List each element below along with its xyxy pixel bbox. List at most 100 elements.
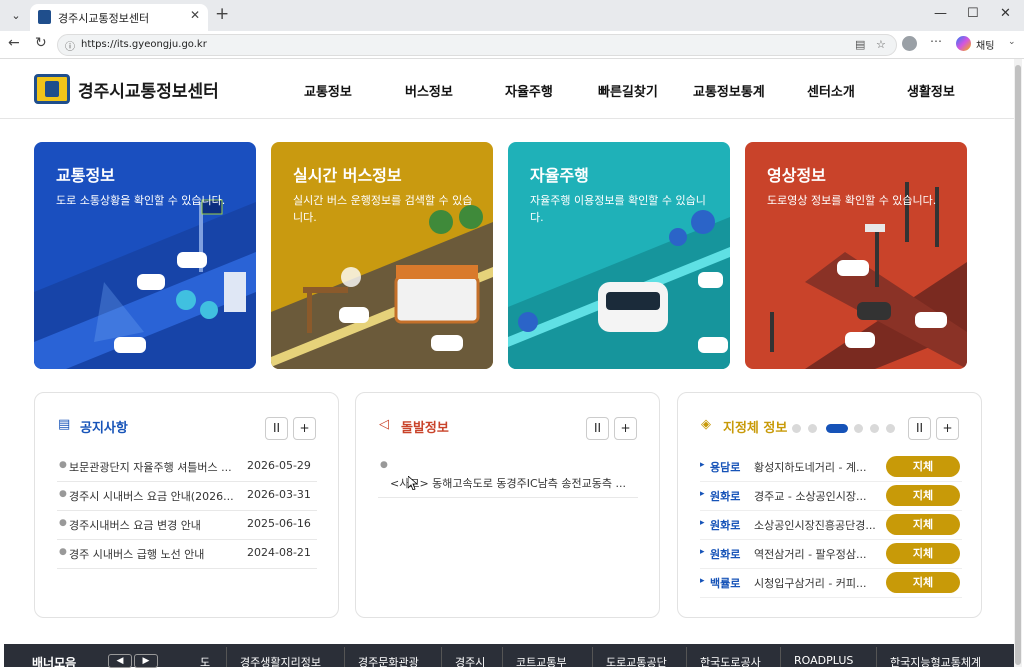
pause-button[interactable]: II [586,417,609,440]
nav-center-intro[interactable]: 센터소개 [807,81,855,100]
divider [592,647,593,667]
card-realtime-bus[interactable]: 실시간 버스정보 실시간 버스 운행정보를 검색할 수 있습니다. [271,142,493,369]
chat-chevron-icon[interactable]: ⌄ [1008,37,1016,47]
divider [686,647,687,667]
maximize-icon[interactable]: ☐ [967,6,979,21]
notice-title[interactable]: 경주 시내버스 급행 노선 안내 [69,546,239,562]
notice-date: 2026-03-31 [247,488,311,501]
notice-date: 2025-06-16 [247,517,311,530]
notice-title[interactable]: 보문관광단지 자율주행 셔틀버스 ... [69,459,239,475]
carousel-dot-active[interactable] [826,424,848,433]
pause-button[interactable]: II [908,417,931,440]
nav-life-info[interactable]: 생활정보 [907,81,955,100]
tab-close-icon[interactable]: ✕ [190,8,200,22]
nav-traffic-info[interactable]: 교통정보 [304,81,352,100]
banner-next-button[interactable]: ▶ [134,654,158,668]
site-favicon-icon [38,10,51,24]
list-item[interactable]: ● 경주 시내버스 급행 노선 안내 2024-08-21 [57,540,317,569]
reload-icon[interactable]: ↻ [35,35,47,51]
list-item[interactable]: ▸ 원화로 경주교 - 소상공인시장... 지체 [700,482,962,511]
notice-title[interactable]: 경주시내버스 요금 변경 안내 [69,517,239,533]
arrow-right-icon: ▸ [700,576,705,586]
card-title: 영상정보 [767,166,826,185]
nav-traffic-stats[interactable]: 교통정보통계 [693,81,765,100]
pause-button[interactable]: II [265,417,288,440]
banner-link[interactable]: 도로교통공단 [606,654,667,670]
scrollbar-thumb[interactable] [1015,65,1021,665]
notice-date: 2024-08-21 [247,546,311,559]
tab-list-chevron-icon[interactable]: ⌄ [6,6,26,26]
divider [876,647,877,667]
more-button[interactable]: + [614,417,637,440]
list-item[interactable]: ● 경주시내버스 요금 변경 안내 2025-06-16 [57,511,317,540]
nav-bus-info[interactable]: 버스정보 [405,81,453,100]
incident-panel: ◁ 돌발정보 II + ● <사고> 동해고속도로 동경주IC남측 송전교동측 … [355,392,660,618]
panel-title: 지정체 정보 [723,421,788,436]
new-tab-icon[interactable]: + [215,4,229,24]
banner-link[interactable]: 경주시 [455,654,485,670]
notice-title[interactable]: 경주시 시내버스 요금 안내(2026... [69,488,239,504]
status-badge: 지체 [886,456,960,477]
gyeongju-logo-icon[interactable] [34,74,70,104]
card-autonomous[interactable]: 자율주행 자율주행 이용정보를 확인할 수 있습니다. [508,142,730,369]
road-name: 원화로 [710,519,741,532]
favorite-star-icon[interactable]: ☆ [876,38,886,51]
window-close-icon[interactable]: ✕ [1000,6,1011,21]
site-info-icon[interactable]: ⓘ [65,38,75,53]
list-item[interactable]: ▸ 백률로 시청입구삼거리 - 커피... 지체 [700,569,962,598]
tab-title: 경주시교통정보센터 [58,12,150,25]
route-sign-icon: ◈ [701,417,711,432]
card-desc: 도로영상 정보를 확인할 수 있습니다. [767,194,937,207]
bullet-icon: ● [59,489,67,499]
incident-text[interactable]: <사고> 동해고속도로 동경주IC남측 송전교동측 ... [390,475,635,491]
carousel-dot[interactable] [886,424,895,433]
banner-link[interactable]: 한국도로공사 [700,654,761,670]
banner-strip: 배너모음 ◀ ▶ 도 경주생활지리정보 경주문화관광 경주시 코트교통부 도로교… [4,644,1014,670]
banner-link[interactable]: 경주생활지리정보 [240,654,321,670]
card-title: 실시간 버스정보 [293,166,402,185]
chat-label[interactable]: 채팅 [976,37,994,52]
back-icon[interactable]: ← [8,35,20,51]
banner-link[interactable]: 한국지능형교통체계 [890,654,981,670]
banner-link[interactable]: 경주문화관광 [358,654,419,670]
carousel-dot[interactable] [854,424,863,433]
profile-avatar[interactable] [902,36,917,51]
document-icon: ▤ [58,417,71,432]
more-menu-icon[interactable]: ⋯ [930,34,942,48]
carousel-dot[interactable] [792,424,801,433]
list-item[interactable]: ● 경주시 시내버스 요금 안내(2026... 2026-03-31 [57,482,317,511]
banner-link[interactable]: ROADPLUS [794,654,853,667]
road-section: 경주교 - 소상공인시장... [754,490,867,503]
list-item[interactable]: ● 보문관광단지 자율주행 셔틀버스 ... 2026-05-29 [57,453,317,482]
bullet-icon: ● [59,518,67,528]
banner-prev-button[interactable]: ◀ [108,654,132,668]
megaphone-icon: ◁ [379,417,389,432]
nav-fast-route[interactable]: 빠른길찾기 [598,81,658,100]
list-item[interactable]: ▸ 원화로 소상공인시장진흥공단경... 지체 [700,511,962,540]
url-text: https://its.gyeongju.go.kr [81,39,207,50]
url-field[interactable]: ⓘ https://its.gyeongju.go.kr ▤ ☆ [57,34,897,56]
minimize-icon[interactable]: — [934,6,947,21]
copilot-icon[interactable] [956,36,971,51]
list-item[interactable]: ▸ 원화로 역전삼거리 - 팔우정삼... 지체 [700,540,962,569]
carousel-dot[interactable] [808,424,817,433]
divider [441,647,442,667]
list-item[interactable]: ▸ 용담로 황성지하도네거리 - 계... 지체 [700,453,962,482]
more-button[interactable]: + [293,417,316,440]
header-divider [0,118,1014,119]
divider [502,647,503,667]
card-video-info[interactable]: 영상정보 도로영상 정보를 확인할 수 있습니다. [745,142,967,369]
reader-mode-icon[interactable]: ▤ [855,38,865,51]
carousel-dot[interactable] [870,424,879,433]
bullet-icon: ● [380,460,388,470]
nav-autonomous[interactable]: 자율주행 [505,81,553,100]
page-scrollbar[interactable] [1014,59,1022,667]
browser-tab[interactable]: 경주시교통정보센터 ✕ [30,4,208,31]
card-title: 교통정보 [56,166,115,185]
card-title: 자율주행 [530,166,589,185]
card-traffic-info[interactable]: 교통정보 도로 소통상황을 확인할 수 있습니다. [34,142,256,369]
site-logo-text[interactable]: 경주시교통정보센터 [78,77,219,102]
banner-link[interactable]: 도 [200,654,210,670]
banner-link[interactable]: 코트교통부 [516,654,567,670]
more-button[interactable]: + [936,417,959,440]
